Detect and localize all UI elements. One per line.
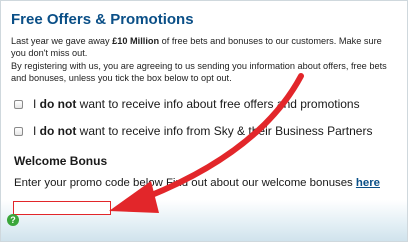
opt-out-partners-checkbox[interactable] xyxy=(14,126,23,136)
welcome-bonus-heading: Welcome Bonus xyxy=(14,154,108,168)
promotions-panel: Free Offers & Promotions Last year we ga… xyxy=(0,0,408,242)
intro-text: Last year we gave away £10 Million of fr… xyxy=(11,36,382,58)
opt-out-partners-option[interactable]: I do not want to receive info from Sky &… xyxy=(14,123,372,139)
welcome-bonus-link[interactable]: here xyxy=(356,177,380,189)
opt-out-promotions-checkbox[interactable] xyxy=(14,99,23,109)
promo-code-input[interactable] xyxy=(13,201,111,215)
promo-prompt: Enter your promo code below Find out abo… xyxy=(14,177,380,189)
prize-amount: £10 Million xyxy=(112,36,160,46)
question-mark-icon[interactable]: ? xyxy=(7,214,19,226)
page-title: Free Offers & Promotions xyxy=(11,11,194,28)
opt-out-partners-label: I do not want to receive info from Sky &… xyxy=(33,124,373,138)
consent-text: By registering with us, you are agreeing… xyxy=(11,61,387,83)
opt-out-promotions-label: I do not want to receive info about free… xyxy=(33,97,360,111)
opt-out-promotions-option[interactable]: I do not want to receive info about free… xyxy=(14,96,360,112)
